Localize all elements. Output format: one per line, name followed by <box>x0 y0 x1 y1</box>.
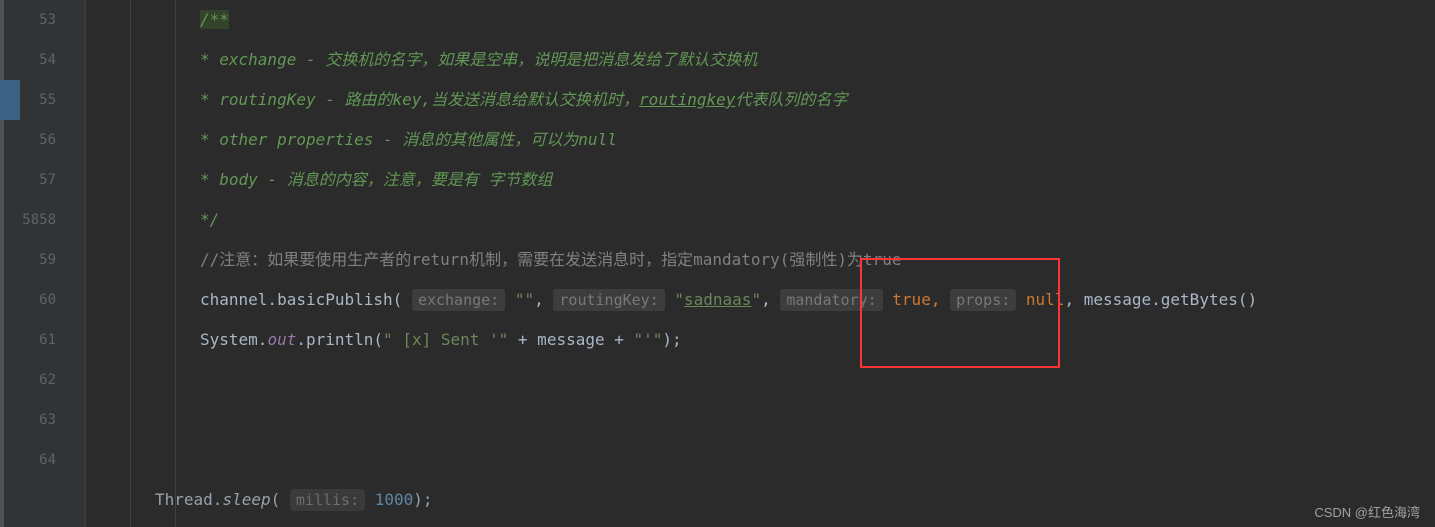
line-number: 60 <box>0 280 84 320</box>
line-number: 62 <box>0 360 84 400</box>
line-number: 5858 <box>0 200 84 240</box>
number-literal: 1000 <box>365 490 413 509</box>
line-number: 64 <box>0 440 84 480</box>
string-literal: " <box>665 290 684 309</box>
code-line: channel.basicPublish( exchange: "", rout… <box>100 280 1435 320</box>
punctuation: , <box>761 290 780 309</box>
punctuation: , <box>534 290 553 309</box>
param-hint: exchange: <box>412 289 505 311</box>
code-line <box>100 440 1435 480</box>
line-number: 54 <box>0 40 84 80</box>
code-content[interactable]: /** * exchange - 交换机的名字，如果是空串，说明是把消息发给了默… <box>85 0 1435 527</box>
code-line <box>100 360 1435 400</box>
string-literal: " <box>751 290 761 309</box>
class-ref: System. <box>200 330 267 349</box>
operator: + message + <box>508 330 633 349</box>
doc-comment: 代表队列的名字 <box>735 90 847 109</box>
string-literal: sadnaas <box>684 290 751 309</box>
doc-comment: 消息的内容，注意，要是有 字节数组 <box>287 170 553 189</box>
string-literal: "" <box>505 290 534 309</box>
doc-comment: 交换机的名字，如果是空串，说明是把消息发给了默认交换机 <box>325 50 757 69</box>
gutter: 53 54 55 56 57 5858 59 60 61 62 63 64 <box>0 0 85 527</box>
line-comment: // <box>200 250 219 269</box>
string-literal: " [x] Sent '" <box>383 330 508 349</box>
string-literal: "'" <box>634 330 663 349</box>
doc-comment: 消息的其他属性，可以为null <box>402 130 617 149</box>
class-ref: Thread. <box>155 490 222 509</box>
indent-guide <box>175 0 176 527</box>
line-comment: 注意：如果要使用生产者的return机制，需要在发送消息时，指定mandator… <box>219 250 901 269</box>
line-number: 59 <box>0 240 84 280</box>
punctuation: ); <box>413 490 432 509</box>
code-line <box>100 400 1435 440</box>
doc-comment: * exchange - <box>200 50 325 69</box>
doc-comment: * body - <box>200 170 287 189</box>
line-number: 63 <box>0 400 84 440</box>
field-ref: out <box>267 330 296 349</box>
code-line: * body - 消息的内容，注意，要是有 字节数组 <box>100 160 1435 200</box>
method-call: sleep <box>222 490 270 509</box>
line-number: 57 <box>0 160 84 200</box>
keyword: null <box>1016 290 1064 309</box>
punctuation: ( <box>271 490 281 509</box>
doc-comment-start: /** <box>200 10 229 29</box>
param-hint: routingKey: <box>553 289 664 311</box>
code-line: * exchange - 交换机的名字，如果是空串，说明是把消息发给了默认交换机 <box>100 40 1435 80</box>
code-line: Thread.sleep( millis: 1000); <box>100 480 1435 520</box>
param-hint: millis: <box>290 489 365 511</box>
code-line: */ <box>100 200 1435 240</box>
doc-link: routingkey <box>639 90 735 109</box>
line-number: 55 <box>0 80 84 120</box>
code-editor: 53 54 55 56 57 5858 59 60 61 62 63 64 /*… <box>0 0 1435 527</box>
param-hint: props: <box>950 289 1016 311</box>
method-call: .println( <box>296 330 383 349</box>
code-line: /** <box>100 0 1435 40</box>
indent-guide <box>85 0 86 527</box>
watermark: CSDN @红色海湾 <box>1314 502 1420 521</box>
indent-guide <box>130 0 131 527</box>
line-number: 53 <box>0 0 84 40</box>
doc-comment-end: */ <box>200 210 219 229</box>
punctuation: , <box>931 290 950 309</box>
line-number: 56 <box>0 120 84 160</box>
code-line: //注意：如果要使用生产者的return机制，需要在发送消息时，指定mandat… <box>100 240 1435 280</box>
code-line: System.out.println(" [x] Sent '" + messa… <box>100 320 1435 360</box>
keyword: true <box>883 290 931 309</box>
method-call: channel.basicPublish( <box>200 290 402 309</box>
line-number: 61 <box>0 320 84 360</box>
doc-comment: 路由的key,当发送消息给默认交换机时， <box>345 90 640 109</box>
code-line: * routingKey - 路由的key,当发送消息给默认交换机时，routi… <box>100 80 1435 120</box>
doc-comment: * routingKey - <box>200 90 345 109</box>
code-line: * other properties - 消息的其他属性，可以为null <box>100 120 1435 160</box>
param-hint: mandatory: <box>780 289 882 311</box>
method-call: , message.getBytes() <box>1064 290 1257 309</box>
doc-comment: * other properties - <box>200 130 402 149</box>
punctuation: ); <box>662 330 681 349</box>
